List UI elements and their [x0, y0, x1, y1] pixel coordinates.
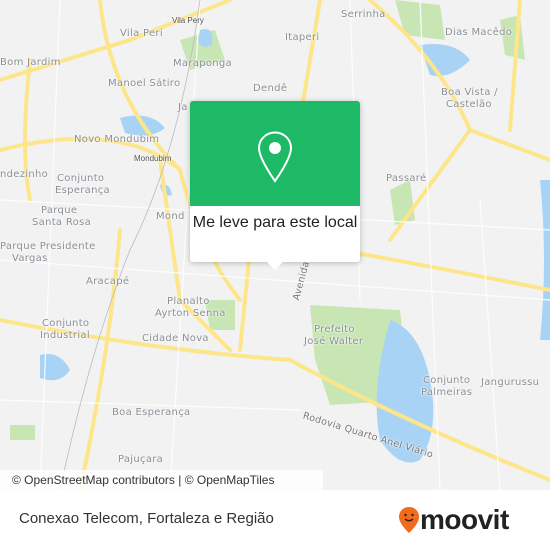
map-label: Esperança [55, 185, 110, 196]
popup-header [190, 101, 360, 206]
map-label: Ja [178, 102, 188, 113]
map-label: Jangurussu [481, 377, 540, 388]
map-label: Maraponga [173, 58, 232, 69]
map-label: Conjunto [423, 375, 471, 386]
map-label: Industrial [40, 330, 90, 341]
location-popup[interactable]: Me leve para este local [190, 101, 360, 270]
map-label: Cidade Nova [142, 333, 209, 344]
moovit-wordmark: moovit [420, 504, 509, 535]
moovit-pin-icon [399, 507, 419, 533]
map-label: Conjunto [42, 318, 90, 329]
map-label: Mond [156, 211, 185, 222]
map-label: Castelão [446, 99, 492, 110]
map-label: Aracapé [86, 276, 130, 287]
map-label: Parque Presidente [0, 241, 96, 252]
map-label: Pajuçara [118, 454, 164, 465]
map-attribution[interactable]: © OpenStreetMap contributors | © OpenMap… [0, 470, 323, 490]
map-label: ndezinho [0, 169, 49, 180]
place-title: Conexao Telecom, Fortaleza e Região [19, 510, 274, 527]
map-label: Mondubim [134, 154, 172, 163]
map-label: Dendê [253, 83, 288, 94]
map-label: Ayrton Senna [155, 308, 226, 319]
map-label: Planalto [167, 296, 210, 307]
map-label: Santa Rosa [32, 217, 91, 228]
map-label: Itaperi [285, 32, 320, 43]
map-label: Parque [41, 205, 78, 216]
map-label: Palmeiras [421, 387, 473, 398]
map-label: Novo Mondubim [74, 134, 160, 145]
map-label: Conjunto [57, 173, 105, 184]
map-label: Vargas [12, 253, 48, 264]
map-label: Boa Esperança [112, 407, 191, 418]
map-label: Passaré [386, 173, 427, 184]
map-label: Vila Peri [120, 28, 163, 39]
moovit-logo[interactable]: moovit [398, 502, 509, 538]
map-label: Bom Jardim [0, 57, 61, 68]
map-label: Prefeito [314, 324, 355, 335]
directions-link[interactable]: Me leve para este local [190, 206, 360, 234]
map-label: José Walter [304, 336, 364, 347]
map-label: Serrinha [341, 9, 386, 20]
map[interactable]: Serrinha Vila Pery Vila Peri Itaperi Dia… [0, 0, 550, 490]
map-pin-icon [257, 131, 293, 183]
map-label: Dias Macêdo [445, 27, 513, 38]
map-label: Boa Vista / [441, 87, 498, 98]
map-label: Manoel Sátiro [108, 78, 181, 89]
map-label: Vila Pery [172, 16, 204, 25]
